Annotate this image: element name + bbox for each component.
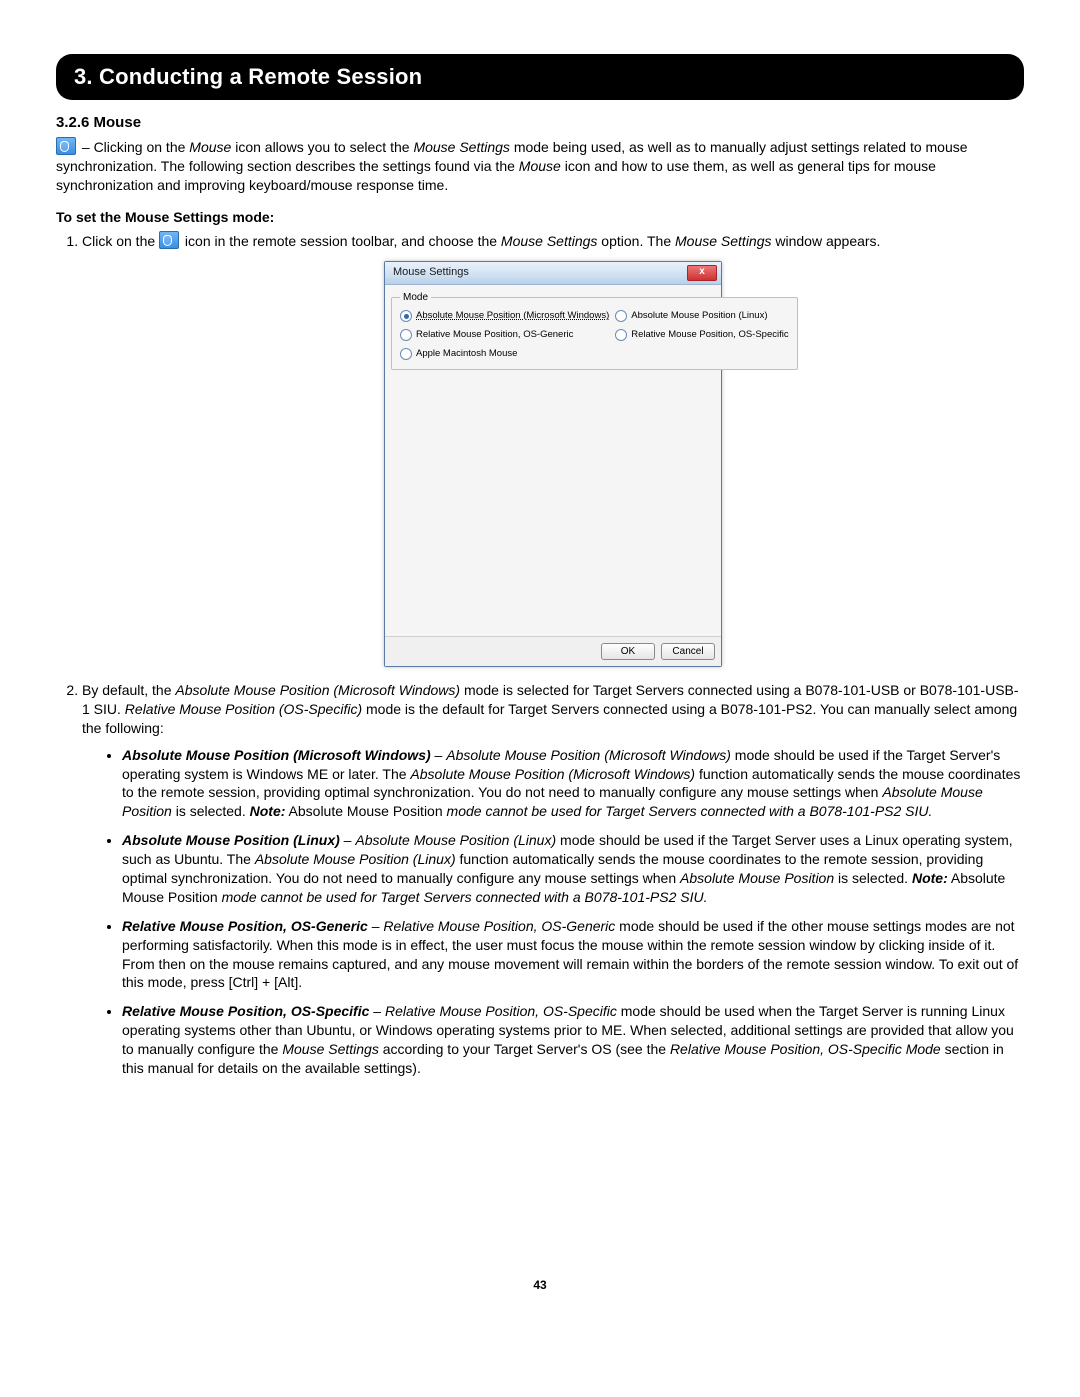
steps-list: Click on the icon in the remote session … [56, 231, 1024, 1078]
step-2: By default, the Absolute Mouse Position … [82, 681, 1024, 1078]
mode-legend: Mode [400, 291, 431, 305]
radio-icon [400, 329, 412, 341]
radio-relative-specific[interactable]: Relative Mouse Position, OS-Specific [615, 329, 788, 342]
mouse-icon [159, 231, 179, 249]
intro-paragraph: – Clicking on the Mouse icon allows you … [56, 137, 1024, 195]
bullet-absolute-windows: Absolute Mouse Position (Microsoft Windo… [122, 746, 1024, 822]
bullet-relative-generic: Relative Mouse Position, OS-Generic – Re… [122, 917, 1024, 993]
radio-icon [400, 310, 412, 322]
step-1: Click on the icon in the remote session … [82, 231, 1024, 667]
procedure-heading: To set the Mouse Settings mode: [56, 209, 1024, 225]
bullet-relative-specific: Relative Mouse Position, OS-Specific – R… [122, 1002, 1024, 1078]
radio-absolute-windows[interactable]: Absolute Mouse Position (Microsoft Windo… [400, 310, 609, 323]
page-number: 43 [56, 1278, 1024, 1292]
mode-descriptions: Absolute Mouse Position (Microsoft Windo… [82, 746, 1024, 1078]
chapter-title-bar: 3. Conducting a Remote Session [56, 54, 1024, 100]
chapter-title: 3. Conducting a Remote Session [74, 64, 422, 89]
dialog-titlebar: Mouse Settings x [385, 262, 721, 285]
mode-fieldset: Mode Absolute Mouse Position (Microsoft … [391, 291, 798, 370]
radio-icon [615, 329, 627, 341]
ok-button[interactable]: OK [601, 643, 655, 661]
dialog-title: Mouse Settings [393, 265, 469, 280]
close-button[interactable]: x [687, 265, 717, 281]
radio-absolute-linux[interactable]: Absolute Mouse Position (Linux) [615, 310, 788, 323]
radio-apple-mouse[interactable]: Apple Macintosh Mouse [400, 348, 609, 361]
mouse-settings-dialog: Mouse Settings x Mode Absolute Mouse Pos… [384, 261, 722, 667]
radio-relative-generic[interactable]: Relative Mouse Position, OS-Generic [400, 329, 609, 342]
cancel-button[interactable]: Cancel [661, 643, 715, 661]
radio-icon [400, 348, 412, 360]
subsection-title: 3.2.6 Mouse [56, 114, 1024, 131]
mouse-icon [56, 137, 76, 155]
radio-icon [615, 310, 627, 322]
dialog-footer: OK Cancel [385, 636, 721, 667]
dialog-empty-area [385, 376, 721, 636]
bullet-absolute-linux: Absolute Mouse Position (Linux) – Absolu… [122, 831, 1024, 907]
